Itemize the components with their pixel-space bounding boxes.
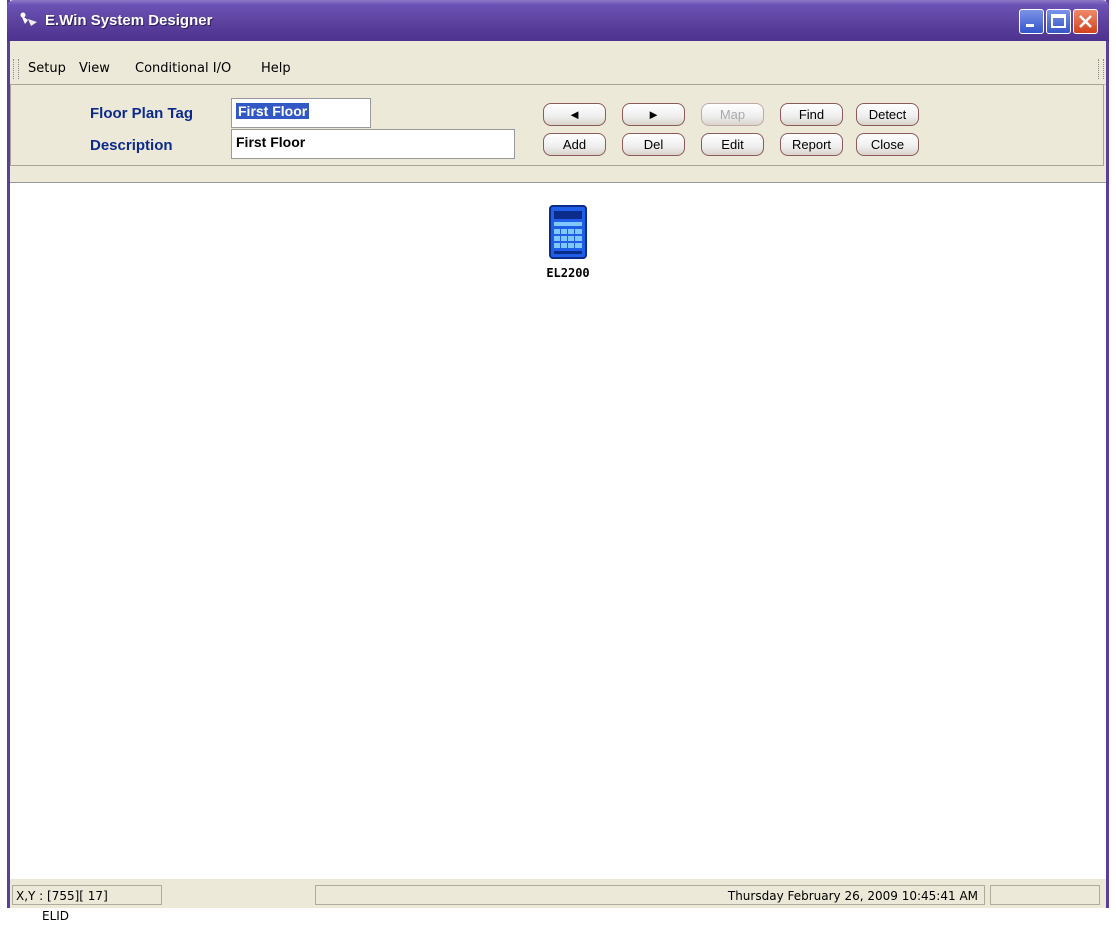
app-icon bbox=[20, 12, 37, 26]
menu-conditional-io[interactable]: Conditional I/O bbox=[135, 61, 231, 76]
window-title: E.Win System Designer bbox=[45, 12, 213, 29]
description-input[interactable]: First Floor bbox=[231, 129, 515, 159]
map-button[interactable]: Map bbox=[701, 103, 764, 126]
floor-plan-tag-label: Floor Plan Tag bbox=[90, 105, 194, 122]
description-label: Description bbox=[90, 137, 173, 154]
add-button[interactable]: Add bbox=[543, 133, 606, 156]
maximize-icon bbox=[1051, 14, 1066, 28]
close-icon bbox=[1079, 15, 1092, 28]
report-button[interactable]: Report bbox=[780, 133, 843, 156]
previous-button[interactable]: ◄ bbox=[543, 103, 606, 126]
floor-plan-tag-value: First Floor bbox=[236, 103, 310, 119]
device-label: EL2200 bbox=[546, 266, 590, 280]
app-window: E.Win System Designer Setup View Conditi… bbox=[7, 0, 1109, 923]
detect-button[interactable]: Detect bbox=[856, 103, 919, 126]
description-value: First Floor bbox=[236, 134, 306, 150]
menu-help[interactable]: Help bbox=[261, 61, 291, 76]
status-mode: ELID bbox=[42, 909, 70, 923]
status-datetime: Thursday February 26, 2009 10:45:41 AM bbox=[315, 885, 985, 905]
menu-setup[interactable]: Setup bbox=[28, 61, 66, 76]
menu-bar: Setup View Conditional I/O Help bbox=[10, 55, 1106, 85]
delete-button[interactable]: Del bbox=[622, 133, 685, 156]
status-extra bbox=[990, 885, 1100, 905]
menu-grip[interactable] bbox=[13, 59, 19, 79]
floor-plan-tag-input[interactable]: First Floor bbox=[231, 98, 371, 128]
find-button[interactable]: Find bbox=[780, 103, 843, 126]
status-bar: X,Y : [755][ 17] ELID Thursday February … bbox=[10, 884, 1106, 923]
minimize-icon bbox=[1026, 24, 1034, 27]
menu-grip-right[interactable] bbox=[1098, 59, 1104, 79]
menu-view[interactable]: View bbox=[79, 61, 110, 76]
floor-plan-canvas[interactable]: EL2200 bbox=[10, 182, 1106, 879]
close-button[interactable]: Close bbox=[856, 133, 919, 156]
next-button[interactable]: ► bbox=[622, 103, 685, 126]
controller-icon bbox=[549, 205, 587, 259]
close-window-button[interactable] bbox=[1073, 9, 1098, 34]
device-el2200[interactable]: EL2200 bbox=[538, 205, 598, 280]
edit-button[interactable]: Edit bbox=[701, 133, 764, 156]
status-coords: X,Y : [755][ 17] ELID bbox=[12, 885, 162, 923]
maximize-button[interactable] bbox=[1046, 9, 1071, 34]
title-bar[interactable]: E.Win System Designer bbox=[7, 0, 1109, 41]
record-toolbar: Floor Plan Tag First Floor Description F… bbox=[10, 84, 1106, 179]
minimize-button[interactable] bbox=[1019, 9, 1044, 34]
